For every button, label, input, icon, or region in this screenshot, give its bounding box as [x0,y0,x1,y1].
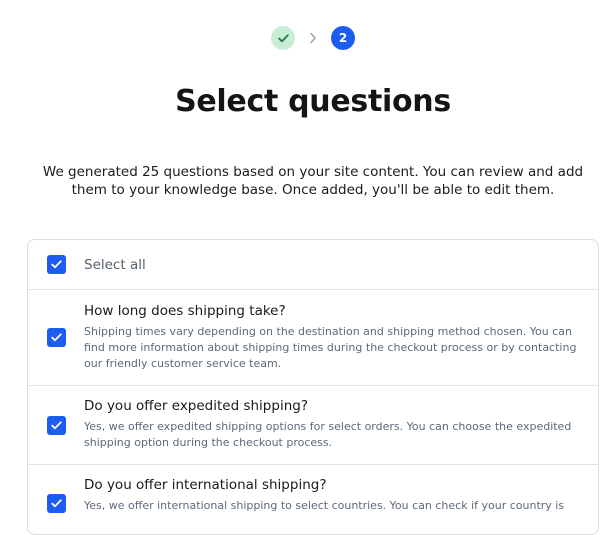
question-title: Do you offer expedited shipping? [84,398,308,414]
chevron-right-icon [310,32,316,44]
checkbox-cell [28,465,84,513]
checkbox-cell [28,328,84,347]
question-title: Do you offer international shipping? [84,477,327,493]
question-answer: Shipping times vary depending on the des… [84,324,577,370]
questions-list: Select all How long does shipping take? … [27,239,599,535]
checkbox-cell [28,415,84,435]
question-answer: Yes, we offer international shipping to … [84,499,565,512]
select-all-row[interactable]: Select all [28,240,598,289]
question-checkbox[interactable] [46,415,66,435]
step-1-completed[interactable] [271,26,295,50]
page-title: Select questions [175,84,451,119]
stepper: 2 [271,26,355,50]
list-item[interactable]: Do you offer expedited shipping? Yes, we… [28,385,598,464]
question-body: Do you offer international shipping? Yes… [84,465,580,528]
question-answer: Yes, we offer expedited shipping options… [84,420,572,449]
question-body: How long does shipping take? Shipping ti… [84,290,598,386]
select-all-label: Select all [84,256,146,273]
question-checkbox[interactable] [46,494,66,513]
step-separator [295,26,331,50]
question-checkbox[interactable] [46,328,66,347]
intro-text: We generated 25 questions based on your … [42,164,584,198]
check-icon [50,420,62,429]
check-icon [50,333,62,342]
select-all-checkbox[interactable] [46,255,66,274]
check-icon [50,499,62,508]
list-item[interactable]: Do you offer international shipping? Yes… [28,464,598,534]
check-icon [277,33,289,42]
check-icon [50,260,62,269]
list-item[interactable]: How long does shipping take? Shipping ti… [28,289,598,385]
question-title: How long does shipping take? [84,302,286,319]
question-body: Do you offer expedited shipping? Yes, we… [84,385,598,465]
step-2-current[interactable]: 2 [331,26,355,50]
checkbox-cell [28,255,84,274]
